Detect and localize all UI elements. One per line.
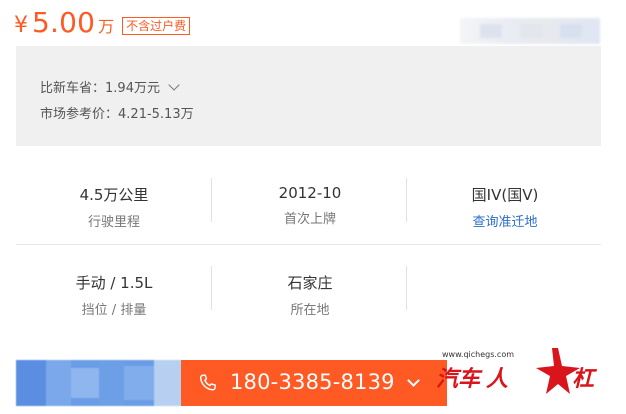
svg-text:杠: 杠	[572, 367, 598, 392]
divider	[406, 266, 407, 310]
site-watermark: www.qichegs.com 汽车 人 杠	[434, 346, 604, 396]
watermark-logo: 汽车 人 杠	[436, 348, 598, 394]
svg-text:汽车: 汽车	[436, 366, 483, 392]
spec-registration-date: 2012-10 首次上牌	[212, 184, 408, 227]
blurred-region	[460, 18, 600, 44]
spec-label: 首次上牌	[283, 212, 336, 227]
call-phone-button[interactable]: 180-3385-8139	[181, 360, 447, 406]
phone-number: 180-3385-8139	[230, 370, 395, 394]
savings-value: 1.94万元	[105, 81, 160, 96]
price-unit: 万	[98, 17, 115, 36]
price-value: 5.00	[32, 6, 96, 39]
spec-value: 手动 / 1.5L	[75, 274, 153, 292]
spec-label: 行驶里程	[87, 215, 140, 230]
spec-transmission: 手动 / 1.5L 挡位 / 排量	[16, 272, 212, 318]
spec-value: 国IV(国V)	[471, 186, 539, 204]
spec-value: 石家庄	[287, 274, 333, 292]
spec-emission: 国IV(国V) 查询准迁地	[407, 184, 603, 230]
spec-value: 4.5万公里	[79, 186, 149, 204]
price-header: ¥ 5.00 万 不含过户费	[14, 6, 191, 40]
spec-value: 2012-10	[278, 184, 342, 202]
market-label: 市场参考价：	[40, 107, 119, 122]
spec-location: 石家庄 所在地	[212, 272, 408, 318]
spec-label: 挡位 / 排量	[81, 303, 147, 318]
spec-label: 所在地	[290, 303, 330, 318]
chevron-down-icon[interactable]	[407, 374, 420, 387]
phone-icon	[199, 374, 216, 391]
svg-text:人: 人	[486, 367, 509, 392]
blurred-action-button[interactable]	[16, 360, 182, 406]
savings-label: 比新车省：	[40, 81, 106, 96]
market-price-line: 市场参考价：4.21-5.13万	[40, 103, 194, 122]
check-transfer-region-link[interactable]: 查询准迁地	[407, 211, 603, 230]
spec-mileage: 4.5万公里 行驶里程	[16, 184, 212, 230]
chevron-down-icon[interactable]	[168, 79, 180, 91]
currency-symbol: ¥	[14, 13, 28, 38]
price-summary-panel: 比新车省：1.94万元 市场参考价：4.21-5.13万	[16, 46, 601, 146]
market-value: 4.21-5.13万	[118, 107, 194, 122]
transfer-fee-badge: 不含过户费	[122, 17, 191, 35]
row-divider	[16, 244, 601, 245]
savings-line[interactable]: 比新车省：1.94万元	[40, 77, 180, 96]
